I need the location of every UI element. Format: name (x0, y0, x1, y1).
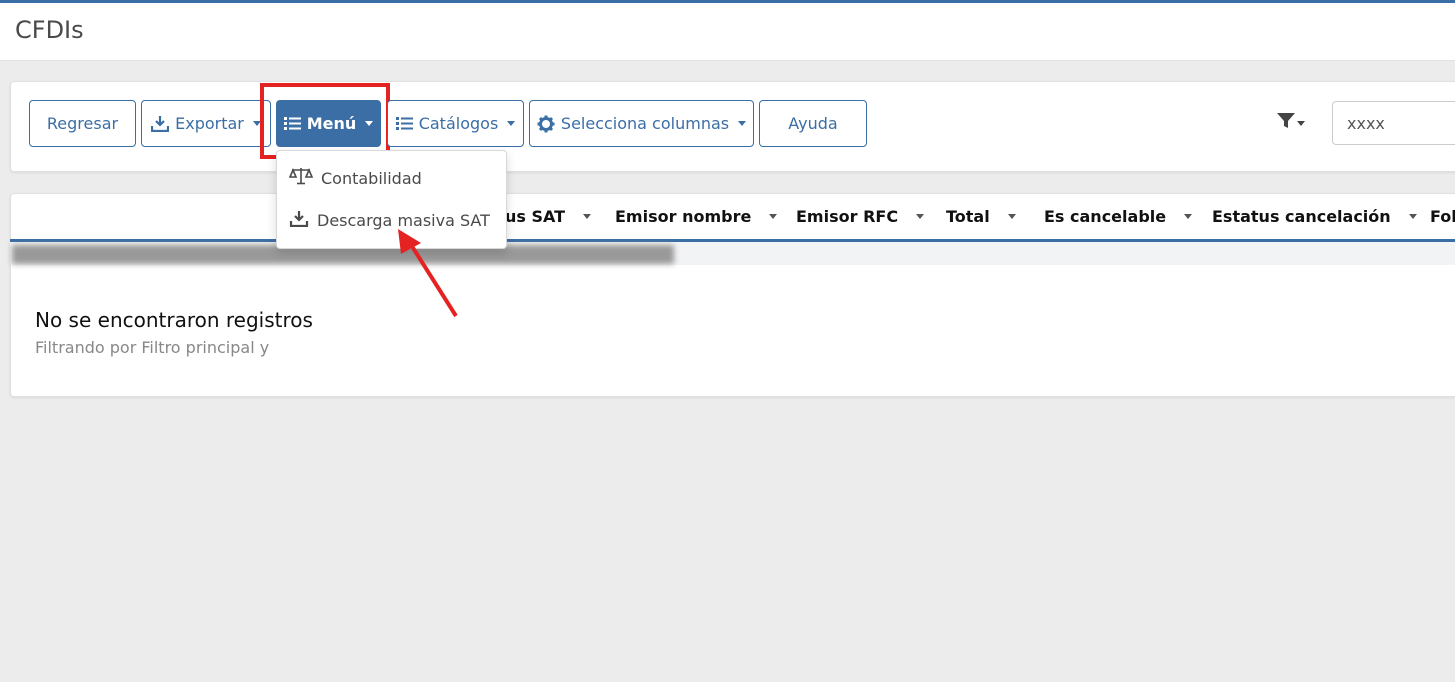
empty-state-subtitle: Filtrando por Filtro principal y (35, 338, 270, 357)
filter-icon (1277, 113, 1295, 133)
menu-item-descarga-masiva-sat[interactable]: Descarga masiva SAT (289, 210, 490, 231)
menu-item-label: Descarga masiva SAT (317, 211, 490, 230)
column-header-label: Fol (1430, 207, 1455, 226)
chevron-down-icon (738, 121, 747, 126)
catalogs-button-label: Catálogos (418, 114, 499, 133)
export-button-label: Exportar (175, 114, 244, 133)
empty-state-title: No se encontraron registros (35, 308, 313, 332)
column-header-estatus-cancelacion[interactable]: Estatus cancelación (1212, 207, 1417, 226)
column-header-status-sat[interactable]: us SAT (505, 207, 592, 226)
help-button-label: Ayuda (788, 114, 838, 133)
column-header-label: Emisor RFC (796, 207, 899, 226)
select-columns-button[interactable]: Selecciona columnas (529, 100, 754, 147)
highlight-box (260, 83, 390, 159)
balance-scale-icon (288, 167, 314, 189)
menu-item-label: Contabilidad (321, 168, 422, 188)
list-icon (395, 116, 413, 131)
column-header-folio[interactable]: Fol (1430, 207, 1455, 226)
page-header: CFDIs (0, 3, 1455, 61)
select-columns-button-label: Selecciona columnas (560, 114, 730, 133)
search-input[interactable] (1332, 101, 1455, 145)
column-header-emisor-nombre[interactable]: Emisor nombre (615, 207, 778, 226)
chevron-down-icon (1297, 120, 1305, 126)
chevron-down-icon (507, 121, 516, 126)
filter-button[interactable] (1277, 113, 1305, 133)
download-icon (289, 210, 309, 231)
column-header-emisor-rfc[interactable]: Emisor RFC (796, 207, 925, 226)
menu-dropdown: Contabilidad Descarga masiva SAT (276, 150, 507, 249)
column-header-label: us SAT (505, 207, 566, 226)
chevron-down-icon (1408, 214, 1417, 219)
help-button[interactable]: Ayuda (759, 100, 867, 147)
chevron-down-icon (1007, 214, 1016, 219)
column-header-label: Estatus cancelación (1212, 207, 1391, 226)
menu-item-contabilidad[interactable]: Contabilidad (288, 167, 422, 189)
chevron-down-icon (1184, 214, 1193, 219)
column-header-label: Es cancelable (1044, 207, 1167, 226)
back-button[interactable]: Regresar (29, 100, 136, 147)
chevron-down-icon (769, 214, 778, 219)
column-header-es-cancelable[interactable]: Es cancelable (1044, 207, 1193, 226)
gear-icon (537, 115, 555, 133)
chevron-down-icon (583, 214, 592, 219)
chevron-down-icon (916, 214, 925, 219)
export-button[interactable]: Exportar (141, 100, 271, 147)
back-button-label: Regresar (46, 114, 119, 133)
column-header-label: Emisor nombre (615, 207, 752, 226)
page-title: CFDIs (15, 16, 84, 44)
catalogs-button[interactable]: Catálogos (387, 100, 524, 147)
column-header-label: Total (946, 207, 990, 226)
column-header-total[interactable]: Total (946, 207, 1016, 226)
download-icon (151, 115, 170, 132)
